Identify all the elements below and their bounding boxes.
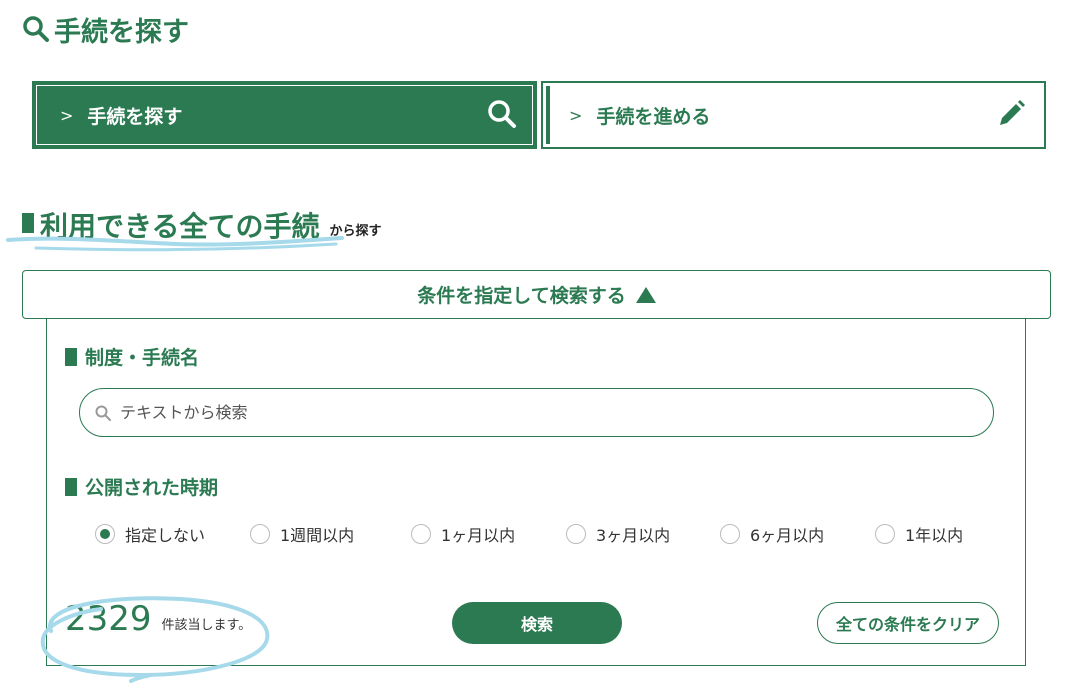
page-title: 手続を探す <box>22 12 189 48</box>
page-title-text: 手続を探す <box>54 16 189 48</box>
search-icon <box>95 405 111 421</box>
radio-button[interactable] <box>720 524 740 544</box>
period-heading: 公開された時期 <box>65 473 218 500</box>
pencil-icon <box>1000 100 1025 125</box>
tab-proceed-procedure[interactable]: > 手続を進める <box>541 81 1046 149</box>
radio-label: 6ヶ月以内 <box>750 526 825 545</box>
search-input[interactable] <box>118 402 978 423</box>
radio-period-none[interactable]: 指定しない <box>95 522 205 546</box>
radio-button[interactable] <box>95 524 115 544</box>
radio-label: 1ヶ月以内 <box>441 526 516 545</box>
filter-panel: 制度・手続名 公開された時期 指定しない 1週間以内 1ヶ月以内 3ヶ月以内 <box>40 319 1026 683</box>
radio-button[interactable] <box>411 524 431 544</box>
radio-button[interactable] <box>566 524 586 544</box>
chevron-right-icon: > <box>569 105 583 125</box>
radio-period-1month[interactable]: 1ヶ月以内 <box>411 522 515 546</box>
clear-conditions-button[interactable]: 全ての条件をクリア <box>817 602 999 644</box>
radio-label: 1年以内 <box>905 526 964 545</box>
period-heading-text: 公開された時期 <box>85 477 219 499</box>
name-heading: 制度・手続名 <box>65 343 199 370</box>
heading-marker <box>65 347 77 366</box>
period-radio-group: 指定しない 1週間以内 1ヶ月以内 3ヶ月以内 6ヶ月以内 1年以内 <box>95 522 995 550</box>
radio-button[interactable] <box>250 524 270 544</box>
triangle-up-icon <box>635 286 656 303</box>
radio-button[interactable] <box>875 524 895 544</box>
tab-label: 手続を探す <box>87 105 183 128</box>
tab-accent-bar <box>546 86 550 144</box>
heading-marker <box>22 213 34 233</box>
highlight-circle <box>40 596 270 683</box>
search-field[interactable] <box>79 388 994 437</box>
search-icon <box>23 16 49 42</box>
tab-find-procedure[interactable]: > 手続を探す <box>32 81 537 149</box>
name-heading-text: 制度・手続名 <box>85 347 200 369</box>
filter-toggle-label: 条件を指定して検索する <box>417 285 626 307</box>
radio-label: 1週間以内 <box>280 526 355 545</box>
search-icon <box>488 100 516 128</box>
radio-label: 指定しない <box>125 526 206 545</box>
search-button[interactable]: 検索 <box>452 602 622 644</box>
radio-period-1week[interactable]: 1週間以内 <box>250 522 354 546</box>
tab-label: 手続を進める <box>596 105 711 128</box>
radio-period-3months[interactable]: 3ヶ月以内 <box>566 522 670 546</box>
highlight-underline <box>6 236 344 252</box>
heading-marker <box>65 477 77 496</box>
radio-period-6months[interactable]: 6ヶ月以内 <box>720 522 824 546</box>
chevron-right-icon: > <box>60 105 74 125</box>
radio-period-1year[interactable]: 1年以内 <box>875 522 963 546</box>
radio-label: 3ヶ月以内 <box>596 526 671 545</box>
filter-toggle-button[interactable]: 条件を指定して検索する <box>22 270 1051 319</box>
